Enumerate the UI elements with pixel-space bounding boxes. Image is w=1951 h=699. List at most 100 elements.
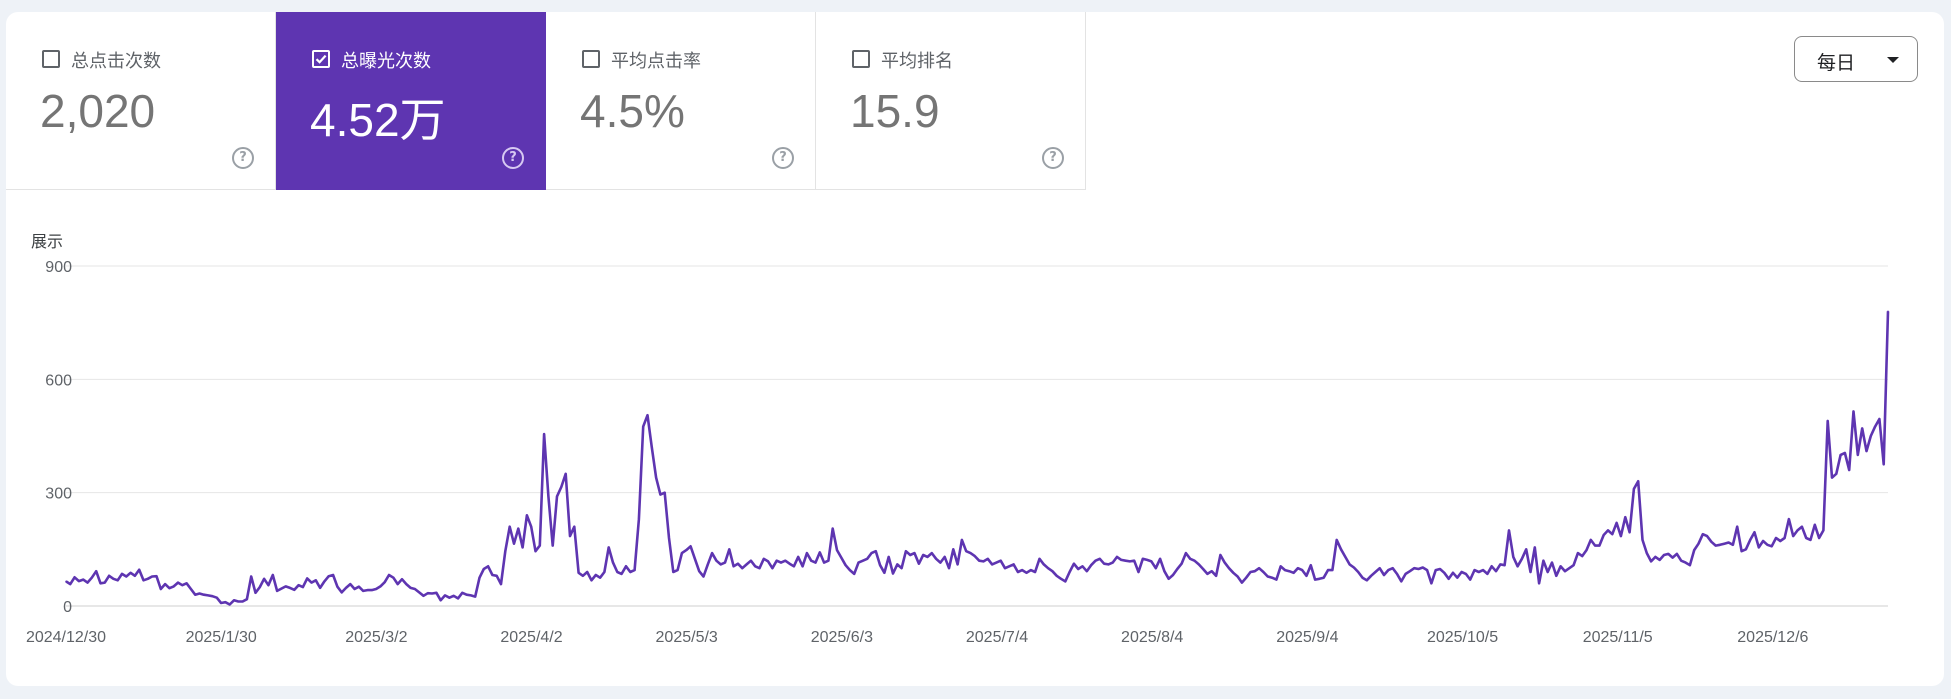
data-point	[844, 564, 847, 566]
x-axis-ticks: 2024/12/30 2025/1/30 2025/3/2 2025/4/2 2025/…	[26, 629, 1809, 646]
data-point	[1155, 567, 1157, 569]
data-point	[1564, 570, 1566, 572]
data-point	[1180, 562, 1183, 565]
data-point	[478, 576, 481, 579]
data-point	[465, 593, 468, 596]
data-point	[1219, 554, 1222, 556]
data-point	[711, 552, 713, 554]
data-point	[327, 575, 330, 577]
data-point	[116, 579, 119, 582]
data-point	[1882, 463, 1885, 466]
data-point	[1409, 570, 1411, 572]
data-point	[1335, 539, 1338, 541]
data-point	[1611, 533, 1614, 535]
data-point	[1710, 541, 1713, 543]
performance-card: 总点击次数 2,020 ? 总曝光次数 4.52万 ? 平均点击率 4.5% ?…	[6, 12, 1944, 686]
data-point	[69, 583, 72, 585]
x-tick-label: 2025/7/4	[966, 629, 1028, 646]
data-point	[1749, 539, 1751, 541]
data-point	[935, 558, 937, 560]
data-point	[457, 597, 459, 600]
y-tick-label: 0	[63, 599, 72, 616]
data-point	[982, 560, 985, 563]
data-point	[172, 585, 175, 588]
data-point	[1779, 540, 1782, 542]
data-point	[1460, 571, 1463, 573]
data-point	[663, 491, 666, 494]
data-point	[1706, 535, 1708, 537]
data-point	[112, 578, 115, 580]
data-point	[1831, 476, 1833, 479]
data-point	[1129, 560, 1131, 563]
data-point	[1676, 553, 1678, 555]
data-point	[918, 562, 920, 565]
data-point	[1012, 563, 1015, 566]
data-point	[1344, 556, 1347, 558]
data-point	[323, 580, 326, 583]
data-point	[1228, 567, 1230, 569]
data-point	[108, 575, 110, 577]
data-point	[672, 571, 675, 573]
data-point	[1887, 310, 1889, 313]
data-point	[302, 586, 304, 588]
data-point	[358, 585, 360, 588]
data-point	[1185, 552, 1187, 554]
data-point	[638, 518, 640, 520]
data-point	[207, 594, 209, 597]
data-point	[392, 576, 395, 579]
data-point	[1723, 542, 1726, 545]
data-point	[1322, 576, 1325, 579]
data-point	[694, 558, 696, 560]
data-point	[612, 561, 614, 564]
data-point	[1585, 549, 1588, 551]
data-point	[1697, 542, 1700, 545]
data-point	[1835, 473, 1838, 475]
data-point	[1581, 555, 1583, 557]
data-point	[1060, 578, 1062, 580]
data-point	[203, 593, 205, 596]
data-point	[1279, 565, 1282, 568]
data-point	[1770, 545, 1773, 548]
data-point	[999, 559, 1002, 562]
data-point	[254, 592, 257, 594]
data-point	[500, 583, 502, 585]
data-point	[474, 595, 477, 598]
data-point	[771, 567, 774, 569]
data-point	[289, 587, 291, 589]
data-point	[1508, 529, 1510, 532]
data-point	[224, 601, 227, 603]
data-point	[1387, 569, 1390, 571]
data-point	[1193, 559, 1196, 562]
data-point	[1404, 573, 1407, 575]
data-point	[1848, 469, 1850, 471]
data-point	[1870, 435, 1872, 437]
data-point	[1775, 537, 1777, 539]
data-point	[1641, 539, 1644, 541]
data-point	[1753, 531, 1756, 534]
data-point	[857, 561, 860, 564]
x-tick-label: 2025/9/4	[1276, 629, 1338, 646]
data-point	[862, 559, 864, 562]
data-point	[1503, 564, 1506, 566]
data-point	[1758, 546, 1760, 549]
data-point	[336, 585, 339, 588]
data-point	[1107, 563, 1110, 566]
grid-lines	[66, 265, 1888, 607]
data-point	[495, 575, 498, 577]
data-point	[948, 567, 950, 569]
data-point	[315, 579, 317, 582]
data-point	[1818, 537, 1820, 539]
data-point	[655, 476, 657, 479]
data-point	[246, 598, 248, 600]
data-point	[814, 561, 817, 564]
data-point	[577, 572, 580, 574]
data-point	[345, 587, 347, 589]
data-point	[129, 572, 132, 574]
data-point	[1482, 569, 1484, 571]
data-point	[1620, 535, 1622, 537]
data-point	[676, 569, 679, 571]
data-point	[1805, 537, 1807, 539]
data-point	[926, 556, 929, 558]
x-tick-label: 2025/1/30	[186, 629, 257, 646]
data-point	[491, 574, 494, 576]
